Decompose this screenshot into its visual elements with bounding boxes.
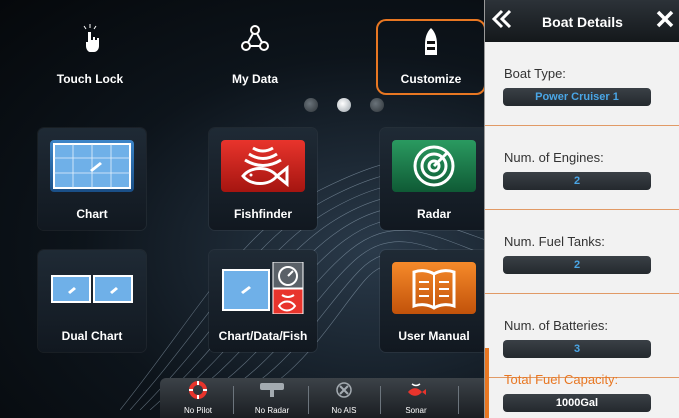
touch-hand-icon	[80, 24, 100, 57]
chart-tile-label: Chart	[76, 207, 108, 221]
fuel-tanks-value[interactable]: 2	[503, 256, 651, 274]
dual-chart-app-tile[interactable]: Dual Chart	[38, 250, 146, 352]
fuel-capacity-value[interactable]: 1000Gal	[503, 394, 651, 412]
batteries-label: Num. of Batteries:	[504, 318, 609, 333]
fishfinder-tile-label: Fishfinder	[233, 207, 292, 221]
radar-shortcut[interactable]: No Radar	[242, 378, 302, 418]
sonar-shortcut[interactable]: Sonar	[386, 378, 446, 418]
fuel-capacity-label: Total Fuel Capacity:	[504, 372, 619, 387]
ais-shortcut[interactable]: No AIS	[314, 378, 374, 418]
sonar-fish-icon	[405, 381, 427, 401]
touch-lock-button[interactable]: Touch Lock	[40, 0, 140, 95]
radar-app-tile[interactable]: Radar	[380, 128, 488, 230]
boat-type-field[interactable]: Boat Type: Power Cruiser 1	[485, 42, 679, 126]
ais-label: No AIS	[331, 406, 357, 415]
divider	[380, 386, 381, 414]
dual-chart-tile-label: Dual Chart	[61, 329, 123, 343]
page-dot-active[interactable]	[337, 98, 351, 112]
customize-label: Customize	[400, 72, 462, 86]
my-data-label: My Data	[231, 72, 278, 86]
pilot-shortcut[interactable]: No Pilot	[168, 378, 228, 418]
radar-antenna-icon	[258, 381, 286, 401]
engines-label: Num. of Engines:	[504, 150, 604, 165]
fuel-tanks-label: Num. Fuel Tanks:	[504, 234, 605, 249]
chart-data-fish-icon	[221, 261, 305, 315]
fishfinder-app-tile[interactable]: Fishfinder	[209, 128, 317, 230]
radar-label: No Radar	[254, 406, 290, 415]
page-dot[interactable]	[370, 98, 384, 112]
sonar-label: Sonar	[405, 406, 427, 415]
dual-chart-icon	[50, 262, 134, 314]
fuel-capacity-field[interactable]: Total Fuel Capacity: 1000Gal	[485, 348, 679, 418]
book-icon	[392, 262, 476, 314]
close-icon[interactable]	[654, 8, 676, 30]
divider	[458, 386, 459, 414]
boat-details-panel: Boat Details Boat Type: Power Cruiser 1 …	[484, 0, 679, 418]
panel-title: Boat Details	[542, 14, 623, 30]
user-manual-app-tile[interactable]: User Manual	[380, 250, 488, 352]
boat-icon	[423, 27, 439, 62]
page-dot[interactable]	[304, 98, 318, 112]
shortcut-bar: No Pilot No Radar No AIS Sonar	[160, 378, 490, 418]
user-manual-tile-label: User Manual	[398, 329, 470, 343]
fuel-tanks-field[interactable]: Num. Fuel Tanks: 2	[485, 210, 679, 294]
divider	[233, 386, 234, 414]
my-data-button[interactable]: My Data	[205, 0, 305, 95]
page-indicator[interactable]	[304, 98, 384, 112]
chart-data-fish-tile-label: Chart/Data/Fish	[218, 329, 308, 343]
pilot-lifebuoy-icon	[189, 381, 207, 401]
divider	[308, 386, 309, 414]
fishfinder-icon	[221, 140, 305, 192]
chart-data-fish-app-tile[interactable]: Chart/Data/Fish	[209, 250, 317, 352]
chart-icon	[50, 140, 134, 192]
panel-header: Boat Details	[485, 0, 679, 42]
radar-tile-label: Radar	[416, 207, 451, 221]
pilot-label: No Pilot	[183, 406, 212, 415]
boat-type-value[interactable]: Power Cruiser 1	[503, 88, 651, 106]
touch-lock-label: Touch Lock	[56, 72, 124, 86]
share-nodes-icon	[241, 24, 269, 57]
engines-value[interactable]: 2	[503, 172, 651, 190]
engines-field[interactable]: Num. of Engines: 2	[485, 126, 679, 210]
chart-app-tile[interactable]: Chart	[38, 128, 146, 230]
customize-button[interactable]: Customize	[376, 19, 486, 95]
ais-disabled-icon	[335, 381, 353, 401]
radar-icon	[392, 140, 476, 192]
boat-type-label: Boat Type:	[504, 66, 566, 81]
